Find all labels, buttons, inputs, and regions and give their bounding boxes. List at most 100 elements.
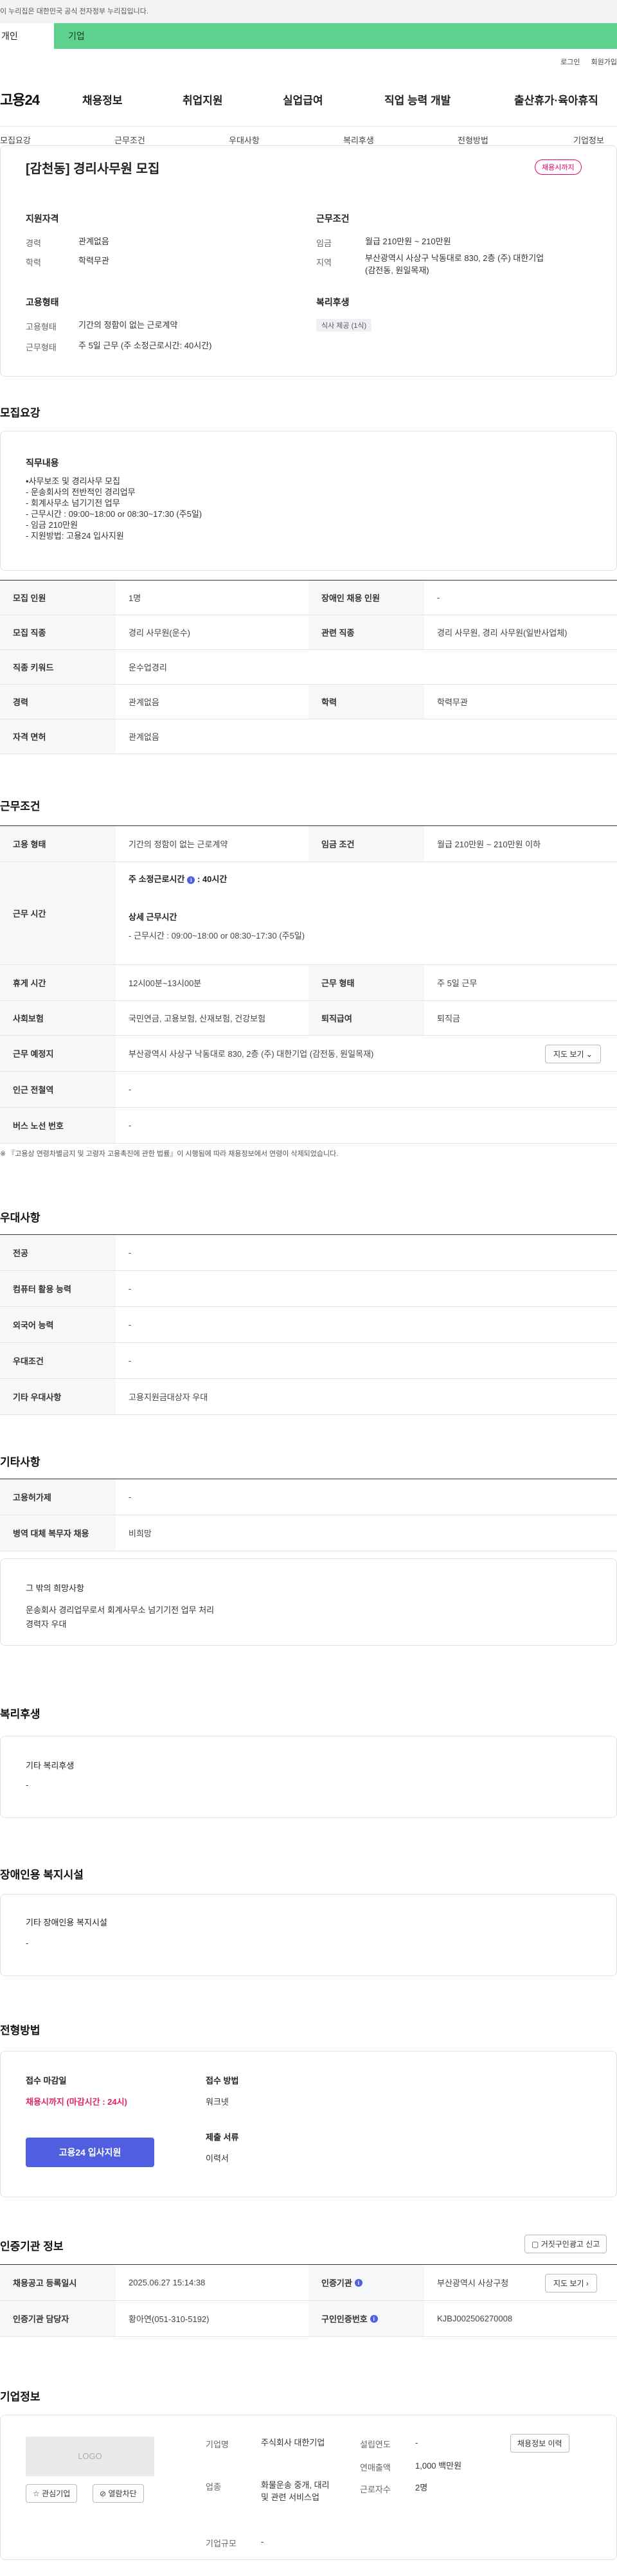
table-header: 자격 면허 (0, 719, 116, 753)
table-row: 고용허가제 - (0, 1479, 617, 1515)
cert-no-key: 구인인증번호 (321, 2314, 368, 2324)
job-desc-text: •사무보조 및 경리사무 모집 - 운송회사의 전반적인 경리업무 - 회계사무… (26, 476, 202, 541)
table-row: 기타 우대사항 고용지원금대상자 우대 (0, 1379, 617, 1415)
table-cell: KJBJ002506270008 (437, 2314, 513, 2323)
table-header: 사회보험 (0, 1001, 116, 1035)
method-value: 워크넷 (206, 2097, 229, 2107)
cert-map-button[interactable]: 지도 보기 › (545, 2274, 597, 2292)
table-cell: 주 5일 근무 (437, 978, 478, 988)
etc-wish-text: 운송회사 경리업무로서 회계사무소 넘기기전 업무 처리 경력자 우대 (26, 1605, 215, 1629)
cond-label: 근무조건 (316, 213, 350, 224)
info-icon[interactable]: i (354, 2278, 362, 2287)
tab-preferences[interactable]: 우대사항 (229, 134, 260, 146)
welfare-box-title: 기타 복리후생 (26, 1761, 75, 1770)
recruit-history-button[interactable]: 채용정보 이력 (510, 2434, 569, 2453)
docs-label: 제출 서류 (206, 2132, 239, 2142)
hours-week-value: : 40시간 (197, 874, 228, 884)
table-row: 컴퓨터 활용 능력 - (0, 1271, 617, 1307)
table-cell: 국민연금, 고용보험, 산재보험, 건강보험 (129, 1014, 266, 1023)
section-conditions-title: 근무조건 (0, 800, 40, 813)
tab-welfare[interactable]: 복리후생 (343, 134, 374, 146)
table-cell: 퇴직금 (437, 1014, 460, 1023)
table-header: 구인인증번호 i (308, 2301, 424, 2336)
table-header: 학력 (308, 685, 424, 719)
table-cell: - (129, 1085, 132, 1094)
table-row: 우대조건 - (0, 1343, 617, 1379)
table-cell: 부산광역시 사상구 낙동대로 830, 2층 (주) 대한기업 (감전동, 원일… (129, 1049, 374, 1059)
table-header: 장애인 채용 인원 (308, 581, 424, 615)
table-row: 병역 대체 복무자 채용 비희망 (0, 1515, 617, 1551)
report-fake-ad-button[interactable]: ▢ 거짓구인광고 신고 (524, 2235, 607, 2253)
job-desc-label: 직무내용 (26, 458, 59, 468)
employees-key: 근로자수 (360, 2485, 391, 2494)
info-icon[interactable]: i (370, 2314, 378, 2323)
hours-cell: 주 소정근로시간 i : 40시간 상세 근무시간 - 근무시간 : 09:00~… (116, 862, 617, 964)
table-row: 버스 노선 번호 - (0, 1108, 617, 1144)
recruit-table: 모집 인원 1명 장애인 채용 인원 - 모집 직종 경리 사무원(운수) 관련… (0, 580, 617, 754)
worktime-value: 주 5일 근무 (주 소정근로시간: 40시간) (78, 341, 212, 350)
table-row: 직종 키워드 운수업경리 (0, 650, 617, 685)
nav-item-training[interactable]: 직업 능력 개발 (384, 91, 451, 107)
section-preferences-title: 우대사항 (0, 1212, 40, 1224)
employees-value: 2명 (415, 2483, 428, 2492)
hours-week-label: 주 소정근로시간 (129, 874, 185, 884)
table-cell: 관계없음 (129, 732, 159, 742)
section-etc-title: 기타사항 (0, 1456, 40, 1468)
tab-conditions[interactable]: 근무조건 (114, 134, 145, 146)
table-cell: 12시00분~13시00분 (129, 978, 202, 988)
table-row: 근무 시간 주 소정근로시간 i : 40시간 상세 근무시간 - 근무시간 : … (0, 862, 617, 965)
disability-box-title: 기타 장애인용 복지시설 (26, 1918, 107, 1927)
etc-table: 고용허가제 - 병역 대체 복무자 채용 비희망 (0, 1479, 617, 1551)
table-row: 휴게 시간 12시00분~13시00분 근무 형태 주 5일 근무 (0, 965, 617, 1001)
tab-selection[interactable]: 전형방법 (458, 134, 488, 146)
table-header: 직종 키워드 (0, 650, 116, 684)
table-header: 근무 예정지 (0, 1036, 116, 1071)
favorite-company-button[interactable]: ☆ 관심기업 (26, 2484, 78, 2503)
tab-recruit[interactable]: 모집요강 (0, 134, 31, 146)
table-header: 모집 인원 (0, 581, 116, 615)
preferences-table: 전공 - 컴퓨터 활용 능력 - 외국어 능력 - 우대조건 - 기타 우대사항… (0, 1234, 617, 1415)
tab-personal[interactable]: 개인 (0, 23, 54, 49)
table-cell: - (437, 593, 440, 602)
org-key: 인증기관 (321, 2278, 352, 2288)
nav-item-parental-leave[interactable]: 출산휴가·육아휴직 (514, 91, 598, 107)
disability-card (0, 1894, 617, 1976)
table-row: 경력 관계없음 학력 학력무관 (0, 685, 617, 719)
tab-company[interactable]: 기업 (54, 23, 617, 49)
table-row: 전공 - (0, 1235, 617, 1271)
founded-key: 설립연도 (360, 2440, 391, 2449)
table-header: 근무 형태 (308, 965, 424, 1000)
section-disability-title: 장애인용 복지시설 (0, 1869, 84, 1881)
signup-link[interactable]: 회원가입 (591, 59, 617, 66)
tab-company[interactable]: 기업정보 (573, 134, 604, 146)
chevron-down-icon: ⌄ (586, 1050, 593, 1059)
table-header: 퇴직급여 (308, 1001, 424, 1035)
table-row: 인근 전철역 - (0, 1072, 617, 1108)
block-icon: ⊘ (100, 2489, 107, 2498)
table-cell: 월급 210만원 ~ 210만원 이하 (437, 840, 541, 849)
block-company-button[interactable]: ⊘ 열람차단 (93, 2484, 144, 2503)
emp-label: 고용형태 (26, 297, 59, 307)
table-cell: 1명 (129, 593, 141, 603)
size-value: - (261, 2537, 264, 2546)
disability-box-text: - (26, 1938, 29, 1948)
info-icon[interactable]: i (187, 876, 195, 884)
nav-item-unemployment[interactable]: 실업급여 (283, 91, 323, 107)
apply-button[interactable]: 고용24 입사지원 (26, 2138, 154, 2167)
nav-item-employment-support[interactable]: 취업지원 (183, 91, 223, 107)
block-label: 열람차단 (108, 2489, 137, 2498)
table-cell: 경리 사무원(운수) (129, 628, 190, 638)
site-logo[interactable]: 고용24 (0, 89, 40, 109)
welfare-chip: 식사 제공 (1식) (316, 319, 372, 332)
utility-links: 로그인 회원가입 (551, 57, 617, 67)
table-row: 근무 예정지 부산광역시 사상구 낙동대로 830, 2층 (주) 대한기업 (… (0, 1036, 617, 1072)
table-cell: - (129, 1284, 132, 1293)
star-icon: ☆ (33, 2489, 40, 2498)
table-row: 고용 형태 기간의 정함이 없는 근로계약 임금 조건 월급 210만원 ~ 2… (0, 826, 617, 862)
section-recruit-title: 모집요강 (0, 407, 40, 419)
table-header: 임금 조건 (308, 826, 424, 861)
login-link[interactable]: 로그인 (560, 59, 580, 66)
map-button[interactable]: 지도 보기 ⌄ (545, 1045, 601, 1063)
hours-week-line: 주 소정근로시간 i : 40시간 (129, 872, 617, 885)
nav-item-jobs[interactable]: 채용정보 (82, 91, 123, 107)
